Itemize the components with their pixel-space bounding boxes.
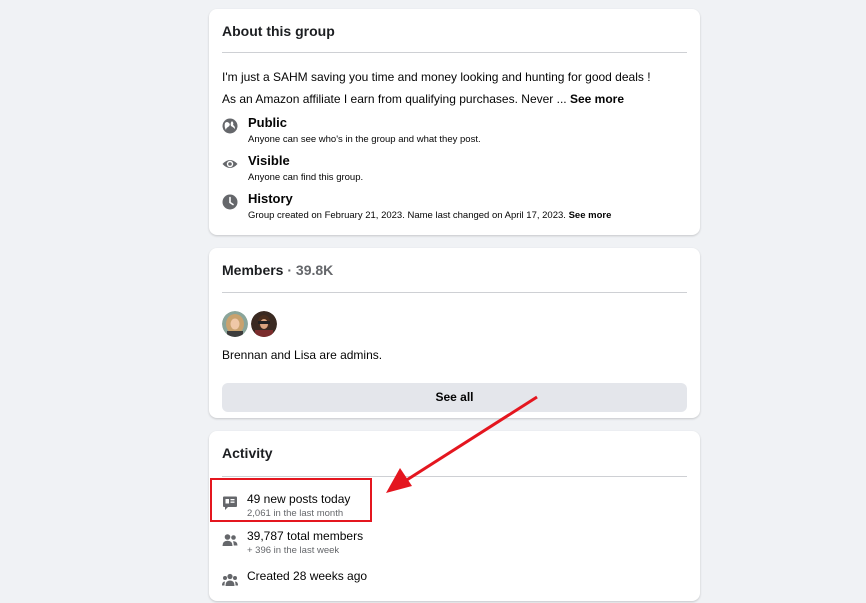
members-icon	[222, 534, 238, 546]
admin-avatars	[222, 311, 282, 337]
activity-title: Activity	[222, 445, 273, 461]
group-created-text: Created 28 weeks ago	[247, 569, 368, 583]
history-text: Group created on February 21, 2023. Name…	[248, 210, 566, 221]
highlight-box	[210, 478, 372, 522]
about-title: About this group	[222, 23, 335, 39]
see-all-button[interactable]: See all	[222, 383, 687, 412]
members-divider	[222, 292, 687, 293]
members-separator: ·	[283, 262, 296, 278]
privacy-subtitle: Anyone can see who's in the group and wh…	[248, 134, 481, 145]
history-title: History	[248, 191, 293, 206]
about-divider	[222, 52, 687, 53]
activity-item-created: Created 28 weeks ago	[222, 569, 687, 603]
members-count: 39.8K	[295, 262, 334, 278]
about-description-line2: As an Amazon affiliate I earn from quali…	[222, 92, 624, 106]
visibility-title: Visible	[248, 153, 290, 168]
activity-divider	[222, 476, 687, 477]
members-total-text: 39,787 total members	[247, 529, 364, 543]
avatar[interactable]	[222, 311, 248, 337]
avatar[interactable]	[251, 311, 277, 337]
eye-icon	[222, 160, 238, 168]
privacy-public-row: Public Anyone can see who's in the group…	[222, 115, 687, 149]
activity-item-members: 39,787 total members + 396 in the last w…	[222, 529, 687, 563]
members-title-row: Members · 39.8K	[222, 262, 333, 278]
history-row: History Group created on February 21, 20…	[222, 191, 687, 225]
history-subtitle: Group created on February 21, 2023. Name…	[248, 210, 611, 221]
visibility-subtitle: Anyone can find this group.	[248, 172, 364, 183]
clock-icon	[222, 194, 238, 210]
members-title: Members	[222, 262, 284, 278]
history-see-more-link[interactable]: See more	[569, 210, 612, 221]
members-total-subtext: + 396 in the last week	[247, 545, 340, 556]
admins-text: Brennan and Lisa are admins.	[222, 348, 383, 362]
group-created-icon	[222, 573, 238, 586]
about-card: About this group I'm just a SAHM saving …	[209, 9, 700, 235]
visibility-row: Visible Anyone can find this group.	[222, 153, 687, 187]
see-more-link[interactable]: See more	[570, 92, 624, 106]
about-description-text: As an Amazon affiliate I earn from quali…	[222, 92, 567, 106]
privacy-title: Public	[248, 115, 288, 130]
globe-icon	[222, 118, 238, 134]
about-description-line1: I'm just a SAHM saving you time and mone…	[222, 70, 651, 84]
members-card: Members · 39.8K Brennan and Lisa are adm…	[209, 248, 700, 418]
